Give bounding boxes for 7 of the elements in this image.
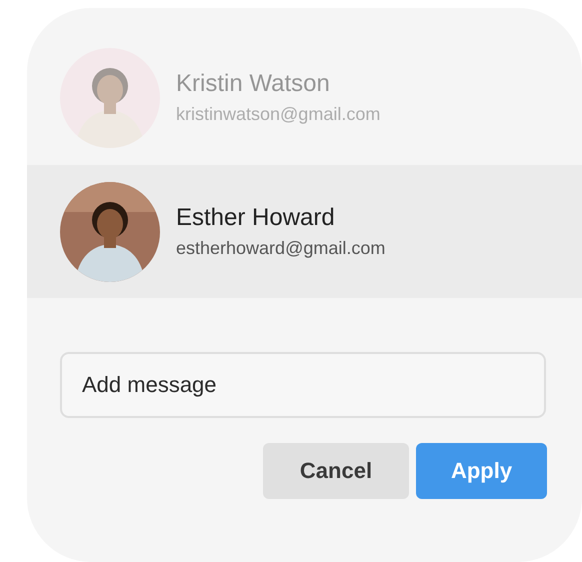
- contact-name: Kristin Watson: [176, 70, 331, 98]
- contact-email: estherhoward@gmail.com: [176, 238, 386, 259]
- contact-item[interactable]: Esther Howard estherhoward@gmail.com: [27, 165, 582, 298]
- cancel-button[interactable]: Cancel: [263, 443, 409, 499]
- contact-name: Esther Howard: [176, 204, 336, 232]
- contact-email: kristinwatson@gmail.com: [176, 104, 380, 125]
- message-field[interactable]: Add message: [60, 352, 546, 418]
